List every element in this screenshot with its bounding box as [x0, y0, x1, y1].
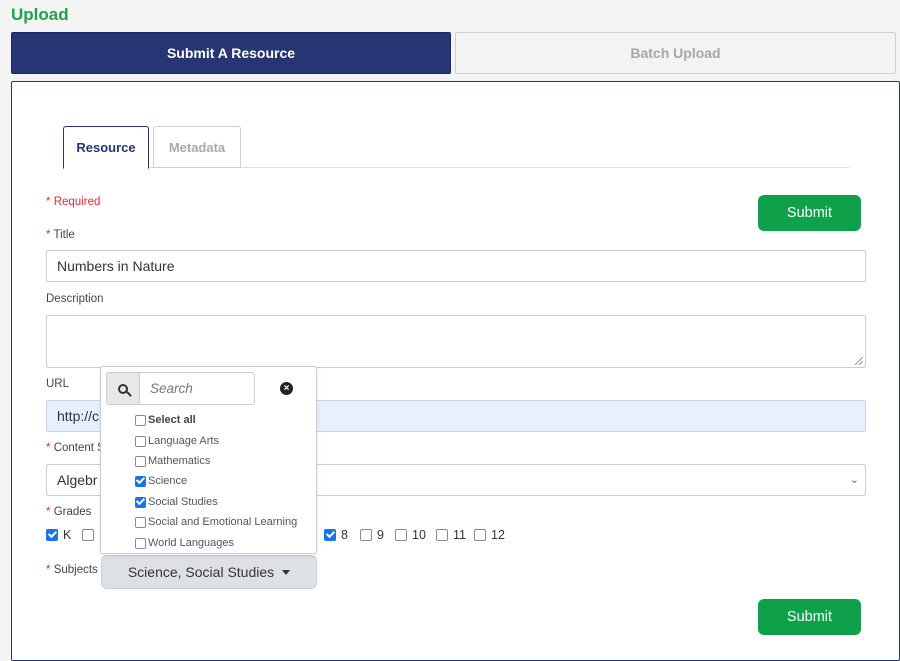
- select-all-checkbox[interactable]: [135, 414, 146, 426]
- grade-9-checkbox[interactable]: [360, 529, 372, 541]
- grades-label: * Grades: [46, 506, 91, 518]
- chevron-down-icon: ⌄: [849, 474, 859, 486]
- page-title: Upload: [11, 5, 69, 24]
- grade-10-label: 10: [412, 528, 426, 542]
- grades-required-star: *: [46, 506, 51, 518]
- world-languages-label: World Languages: [148, 537, 235, 549]
- tab-submit-resource[interactable]: Submit A Resource: [11, 32, 451, 74]
- grade-10-checkbox[interactable]: [395, 529, 407, 541]
- caret-down-icon: [282, 569, 291, 575]
- content-label-text: Content S: [53, 442, 105, 454]
- submit-button-top[interactable]: Submit: [758, 195, 861, 231]
- subjects-selected-value: Science, Social Studies: [127, 564, 275, 580]
- subject-option-sel[interactable]: Social and Emotional Learning: [135, 516, 297, 528]
- sel-checkbox[interactable]: [135, 516, 146, 528]
- grade-12[interactable]: 12: [474, 528, 505, 542]
- title-label: * Title: [46, 229, 75, 241]
- title-input[interactable]: Numbers in Nature: [46, 250, 866, 282]
- grade-11-checkbox[interactable]: [436, 529, 448, 541]
- resize-grip-icon[interactable]: [855, 357, 863, 365]
- subject-option-science[interactable]: Science: [135, 475, 187, 487]
- grade-9[interactable]: 9: [360, 528, 384, 542]
- grade-k[interactable]: K: [46, 528, 71, 542]
- url-label: URL: [46, 378, 70, 390]
- subjects-dropdown-menu: × Select all Language Arts Mathematics S…: [100, 366, 317, 554]
- grade-k-checkbox[interactable]: [46, 529, 58, 541]
- grade-8-label: 8: [341, 528, 348, 542]
- grade-11[interactable]: 11: [436, 528, 466, 542]
- subject-option-mathematics[interactable]: Mathematics: [135, 455, 210, 467]
- mathematics-label: Mathematics: [148, 455, 211, 467]
- subjects-dropdown-toggle[interactable]: Science, Social Studies: [101, 555, 317, 589]
- search-icon: [118, 383, 128, 394]
- grade-11-label: 11: [453, 528, 466, 542]
- select-all-label: Select all: [148, 414, 196, 426]
- subtab-resource[interactable]: Resource: [63, 126, 149, 169]
- science-label: Science: [148, 475, 188, 487]
- grade-9-label: 9: [377, 528, 384, 542]
- subtab-metadata[interactable]: Metadata: [153, 126, 241, 168]
- world-languages-checkbox[interactable]: [135, 537, 146, 549]
- grade-12-checkbox[interactable]: [474, 529, 486, 541]
- grade-8-checkbox[interactable]: [324, 529, 336, 541]
- description-label: Description: [46, 293, 104, 305]
- mathematics-checkbox[interactable]: [135, 455, 146, 467]
- grade-1-checkbox[interactable]: [82, 529, 94, 541]
- grade-10[interactable]: 10: [395, 528, 426, 542]
- clear-icon[interactable]: ×: [280, 382, 293, 395]
- subjects-required-star: *: [46, 564, 51, 576]
- upload-panel: Resource Metadata * Required Submit * Ti…: [11, 81, 900, 661]
- subjects-label-text: Subjects: [53, 564, 98, 576]
- required-star: *: [46, 196, 51, 208]
- content-label: * Content S: [46, 442, 105, 454]
- title-label-text: Title: [53, 229, 75, 241]
- content-select-value: Algebr: [57, 472, 98, 488]
- subject-option-world-languages[interactable]: World Languages: [135, 537, 234, 549]
- language-arts-label: Language Arts: [148, 435, 219, 447]
- sel-label: Social and Emotional Learning: [148, 516, 298, 528]
- social-studies-label: Social Studies: [148, 496, 218, 508]
- grade-8[interactable]: 8: [324, 528, 348, 542]
- subject-option-social-studies[interactable]: Social Studies: [135, 496, 218, 508]
- subjects-label: * Subjects: [46, 564, 98, 576]
- language-arts-checkbox[interactable]: [135, 435, 146, 447]
- grades-label-text: Grades: [53, 506, 92, 518]
- title-input-value: Numbers in Nature: [57, 258, 175, 274]
- grade-k-label: K: [63, 528, 72, 542]
- select-all-option[interactable]: Select all: [135, 414, 196, 426]
- subject-option-language-arts[interactable]: Language Arts: [135, 435, 219, 447]
- content-required-star: *: [46, 442, 51, 454]
- required-text: Required: [53, 196, 101, 208]
- tab-batch-upload[interactable]: Batch Upload: [455, 32, 896, 74]
- url-input-value: http://c: [57, 408, 100, 424]
- science-checkbox[interactable]: [135, 475, 146, 487]
- search-button[interactable]: [106, 372, 140, 405]
- title-required-star: *: [46, 229, 51, 241]
- subjects-search-input[interactable]: [139, 372, 255, 405]
- required-note: * Required: [46, 196, 100, 208]
- grade-12-label: 12: [491, 528, 505, 542]
- description-textarea[interactable]: [46, 315, 866, 368]
- social-studies-checkbox[interactable]: [135, 496, 146, 508]
- submit-button-bottom[interactable]: Submit: [758, 599, 861, 635]
